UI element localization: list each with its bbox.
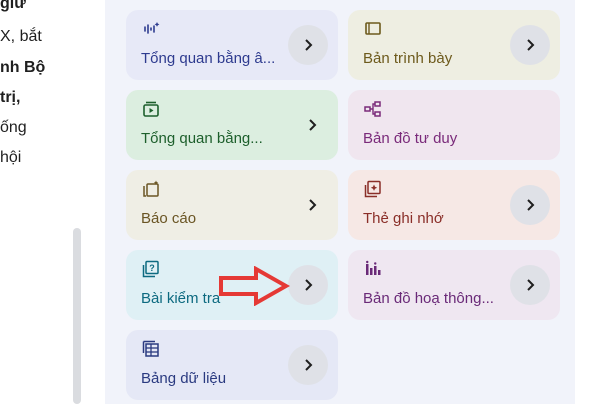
card-label: Bản đồ hoạ thông... bbox=[363, 290, 494, 307]
chevron-right-icon[interactable] bbox=[288, 345, 328, 385]
text-line: ống bbox=[0, 119, 27, 136]
text-line: hội bbox=[0, 149, 22, 166]
text-line: X, bắt bbox=[0, 28, 42, 45]
card-flashcards[interactable]: Thẻ ghi nhớ bbox=[348, 170, 560, 240]
chevron-right-icon[interactable] bbox=[510, 265, 550, 305]
slides-icon bbox=[364, 20, 382, 38]
chevron-right-icon[interactable] bbox=[510, 185, 550, 225]
card-infographic[interactable]: Bản đồ hoạ thông... bbox=[348, 250, 560, 320]
flashcard-icon bbox=[364, 180, 382, 198]
report-icon bbox=[142, 180, 160, 198]
card-video-overview[interactable]: Tổng quan bằng... bbox=[126, 90, 338, 160]
card-data-table[interactable]: Bảng dữ liệu bbox=[126, 330, 338, 400]
card-label: Thẻ ghi nhớ bbox=[363, 210, 444, 227]
chevron-right-icon[interactable] bbox=[292, 105, 332, 145]
card-label: Tổng quan bằng â... bbox=[141, 50, 276, 67]
card-label: Báo cáo bbox=[141, 210, 197, 227]
text-line: nh Bộ bbox=[0, 59, 46, 76]
card-label: Tổng quan bằng... bbox=[141, 130, 263, 147]
video-icon bbox=[142, 100, 160, 118]
card-mind-map[interactable]: Bản đồ tư duy bbox=[348, 90, 560, 160]
card-label: Bản trình bày bbox=[363, 50, 453, 67]
card-label: Bảng dữ liệu bbox=[141, 370, 227, 387]
studio-panel: Tổng quan bằng â... Bản trình bày Tổng q… bbox=[105, 0, 575, 404]
infographic-icon bbox=[364, 260, 382, 278]
chevron-right-icon[interactable] bbox=[288, 265, 328, 305]
chevron-right-icon[interactable] bbox=[510, 25, 550, 65]
chevron-right-icon[interactable] bbox=[292, 185, 332, 225]
scrollbar[interactable] bbox=[73, 228, 81, 404]
table-icon bbox=[142, 340, 160, 358]
left-text-fragment: giữ X, bắt nh Bộ trị, ống hội bbox=[0, 0, 70, 404]
card-slides[interactable]: Bản trình bày bbox=[348, 10, 560, 80]
card-label: Bản đồ tư duy bbox=[363, 130, 458, 147]
card-report[interactable]: Báo cáo bbox=[126, 170, 338, 240]
card-audio-overview[interactable]: Tổng quan bằng â... bbox=[126, 10, 338, 80]
text-line: trị, bbox=[0, 89, 21, 106]
chevron-right-icon[interactable] bbox=[288, 25, 328, 65]
text-line: giữ bbox=[0, 0, 26, 12]
mind-map-icon bbox=[364, 100, 382, 118]
card-label: Bài kiểm tra bbox=[141, 290, 221, 307]
svg-text:?: ? bbox=[149, 263, 155, 273]
red-arrow-icon bbox=[219, 266, 290, 306]
quiz-icon: ? bbox=[142, 260, 160, 278]
audio-waveform-icon bbox=[142, 20, 160, 38]
